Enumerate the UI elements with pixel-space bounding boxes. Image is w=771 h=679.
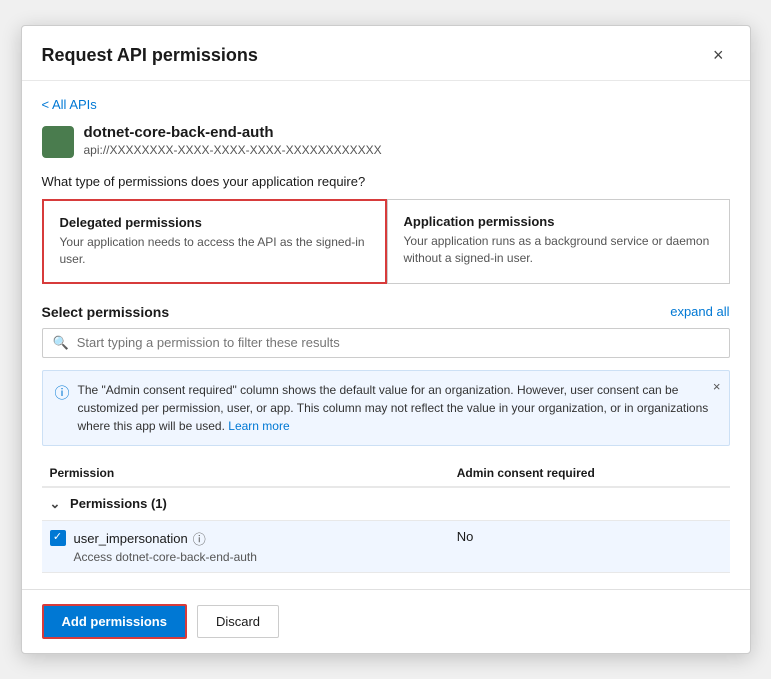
dialog-title: Request API permissions xyxy=(42,45,258,66)
group-label: ⌄ Permissions (1) xyxy=(42,487,730,521)
add-permissions-button[interactable]: Add permissions xyxy=(42,604,187,639)
permission-type-question: What type of permissions does your appli… xyxy=(42,174,730,189)
banner-close-button[interactable]: × xyxy=(713,379,721,394)
table-group-row[interactable]: ⌄ Permissions (1) xyxy=(42,487,730,521)
close-button[interactable]: × xyxy=(707,44,730,66)
application-permissions-title: Application permissions xyxy=(404,214,713,229)
select-permissions-label: Select permissions xyxy=(42,304,170,320)
search-box: 🔍 xyxy=(42,328,730,358)
perm-name: user_impersonation ⓘ xyxy=(74,529,257,548)
permissions-table: Permission Admin consent required ⌄ Perm… xyxy=(42,460,730,573)
perm-description: Access dotnet-core-back-end-auth xyxy=(74,550,257,564)
chevron-icon: ⌄ xyxy=(50,496,61,511)
permission-cell: ✓ user_impersonation ⓘ Access dotnet-cor… xyxy=(42,520,449,572)
search-input[interactable] xyxy=(77,335,719,350)
permission-checkbox[interactable]: ✓ xyxy=(50,530,66,546)
dialog-footer: Add permissions Discard xyxy=(22,589,750,653)
table-head: Permission Admin consent required xyxy=(42,460,730,487)
search-icon: 🔍 xyxy=(53,335,69,351)
back-to-all-apis-link[interactable]: < All APIs xyxy=(42,97,97,112)
table-body: ⌄ Permissions (1) ✓ user_imper xyxy=(42,487,730,573)
expand-all-link[interactable]: expand all xyxy=(670,304,729,319)
permission-type-row: Delegated permissions Your application n… xyxy=(42,199,730,284)
perm-name-group: user_impersonation ⓘ Access dotnet-core-… xyxy=(74,529,257,564)
info-banner-message: The "Admin consent required" column show… xyxy=(78,383,709,433)
select-permissions-header: Select permissions expand all xyxy=(42,304,730,320)
api-name: dotnet-core-back-end-auth xyxy=(84,124,382,141)
info-banner: ⓘ The "Admin consent required" column sh… xyxy=(42,370,730,446)
perm-name-text: user_impersonation xyxy=(74,531,188,546)
perm-cell-content: ✓ user_impersonation ⓘ Access dotnet-cor… xyxy=(50,529,441,564)
table-header-row: Permission Admin consent required xyxy=(42,460,730,487)
api-icon xyxy=(42,126,74,158)
group-name: Permissions (1) xyxy=(70,496,167,511)
learn-more-link[interactable]: Learn more xyxy=(228,419,289,433)
delegated-permissions-card[interactable]: Delegated permissions Your application n… xyxy=(42,199,387,284)
api-details: dotnet-core-back-end-auth api://XXXXXXXX… xyxy=(84,124,382,157)
table-row: ✓ user_impersonation ⓘ Access dotnet-cor… xyxy=(42,520,730,572)
request-api-permissions-dialog: Request API permissions × < All APIs dot… xyxy=(21,25,751,654)
application-permissions-desc: Your application runs as a background se… xyxy=(404,233,713,267)
delegated-permissions-desc: Your application needs to access the API… xyxy=(60,234,369,268)
dialog-header: Request API permissions × xyxy=(22,26,750,81)
info-banner-text: The "Admin consent required" column show… xyxy=(78,381,717,435)
discard-button[interactable]: Discard xyxy=(197,605,279,638)
application-permissions-card[interactable]: Application permissions Your application… xyxy=(387,199,730,284)
admin-consent-column-header: Admin consent required xyxy=(449,460,730,487)
perm-info-icon[interactable]: ⓘ xyxy=(193,529,206,548)
info-icon: ⓘ xyxy=(55,382,70,435)
api-info: dotnet-core-back-end-auth api://XXXXXXXX… xyxy=(42,124,730,158)
delegated-permissions-title: Delegated permissions xyxy=(60,215,369,230)
permission-column-header: Permission xyxy=(42,460,449,487)
checkmark-icon: ✓ xyxy=(53,532,62,543)
dialog-body: < All APIs dotnet-core-back-end-auth api… xyxy=(22,81,750,589)
api-uri: api://XXXXXXXX-XXXX-XXXX-XXXX-XXXXXXXXXX… xyxy=(84,143,382,157)
admin-consent-value: No xyxy=(449,520,730,572)
